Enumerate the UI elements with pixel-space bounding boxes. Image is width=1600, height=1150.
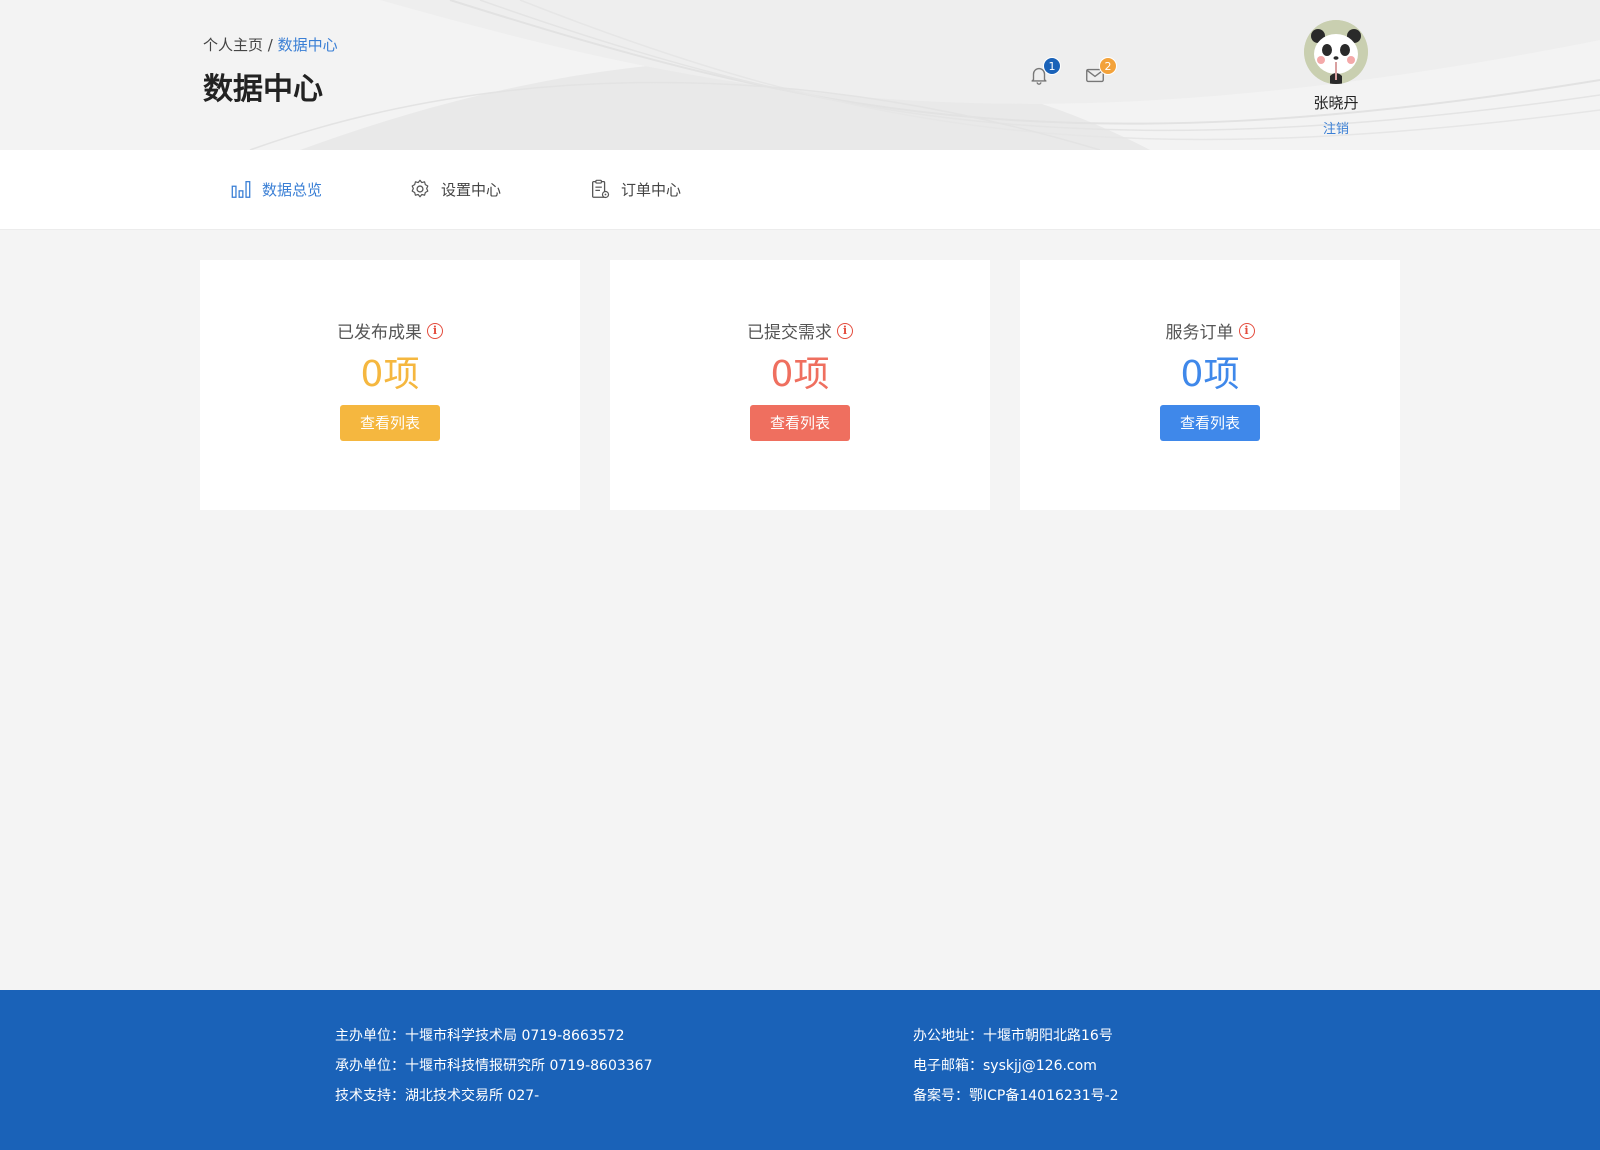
breadcrumb: 个人主页 / 数据中心 [203, 34, 338, 55]
breadcrumb-home[interactable]: 个人主页 [203, 36, 263, 54]
card-value: 0项 [360, 354, 420, 395]
bar-chart-icon [231, 181, 251, 198]
stat-card-published-results: 已发布成果 i 0项 查看列表 [200, 260, 580, 510]
notification-count-badge: 1 [1043, 57, 1061, 75]
page-footer: 主办单位：十堰市科学技术局 0719-8663572 承办单位：十堰市科技情报研… [0, 990, 1600, 1150]
clipboard-icon [592, 179, 610, 199]
notifications-button[interactable]: 1 [1028, 57, 1061, 86]
page-header: 个人主页 / 数据中心 数据中心 1 2 张晓丹 注销 [0, 0, 1600, 150]
info-icon[interactable]: i [1238, 322, 1255, 339]
message-count-badge: 2 [1099, 57, 1117, 75]
view-list-button[interactable]: 查看列表 [340, 405, 440, 441]
card-label: 已发布成果 [337, 323, 422, 343]
logout-link[interactable]: 注销 [1296, 118, 1376, 137]
nav-item-settings[interactable]: 设置中心 [409, 178, 501, 200]
card-label-row: 服务订单 i [1020, 318, 1400, 343]
card-value: 0项 [770, 354, 830, 395]
nav-item-orders[interactable]: 订单中心 [589, 178, 681, 200]
view-list-button[interactable]: 查看列表 [750, 405, 850, 441]
nav-item-data-overview[interactable]: 数据总览 [230, 178, 322, 200]
info-icon[interactable]: i [427, 322, 443, 339]
nav-item-label: 数据总览 [262, 180, 323, 199]
footer-email: 电子邮箱：syskjj@126.com [913, 1058, 1097, 1074]
breadcrumb-separator: / [267, 36, 273, 54]
main-nav: 数据总览 设置中心 订单中心 [0, 150, 1600, 230]
view-list-button[interactable]: 查看列表 [1160, 405, 1260, 441]
footer-sponsor: 主办单位：十堰市科学技术局 0719-8663572 [335, 1028, 625, 1044]
gear-icon [411, 179, 429, 198]
card-label-row: 已发布成果 i [200, 318, 580, 343]
footer-left-column: 主办单位：十堰市科学技术局 0719-8663572 承办单位：十堰市科技情报研… [335, 1026, 652, 1116]
avatar[interactable] [1304, 20, 1368, 84]
stat-card-service-orders: 服务订单 i 0项 查看列表 [1020, 260, 1400, 510]
card-value: 0项 [1180, 354, 1240, 395]
card-label: 已提交需求 [747, 323, 832, 343]
nav-item-label: 设置中心 [441, 180, 502, 199]
footer-address: 办公地址：十堰市朝阳北路16号 [913, 1028, 1113, 1044]
card-label: 服务订单 [1165, 323, 1234, 343]
page-title: 数据中心 [203, 72, 323, 107]
nav-item-label: 订单中心 [621, 180, 682, 199]
footer-right-column: 办公地址：十堰市朝阳北路16号 电子邮箱：syskjj@126.com 备案号：… [913, 1026, 1119, 1116]
panda-avatar-icon [1304, 20, 1368, 84]
stat-card-submitted-demands: 已提交需求 i 0项 查看列表 [610, 260, 990, 510]
breadcrumb-current: 数据中心 [277, 36, 338, 54]
info-icon[interactable]: i [837, 322, 853, 339]
card-label-row: 已提交需求 i [610, 318, 990, 343]
user-name: 张晓丹 [1313, 94, 1359, 112]
footer-organizer: 承办单位：十堰市科技情报研究所 0719-8603367 [335, 1058, 653, 1074]
footer-icp: 备案号：鄂ICP备14016231号-2 [913, 1088, 1119, 1104]
footer-tech-support: 技术支持：湖北技术交易所 027- [335, 1088, 540, 1104]
messages-button[interactable]: 2 [1084, 57, 1117, 86]
user-panel: 张晓丹 注销 [1296, 20, 1376, 137]
